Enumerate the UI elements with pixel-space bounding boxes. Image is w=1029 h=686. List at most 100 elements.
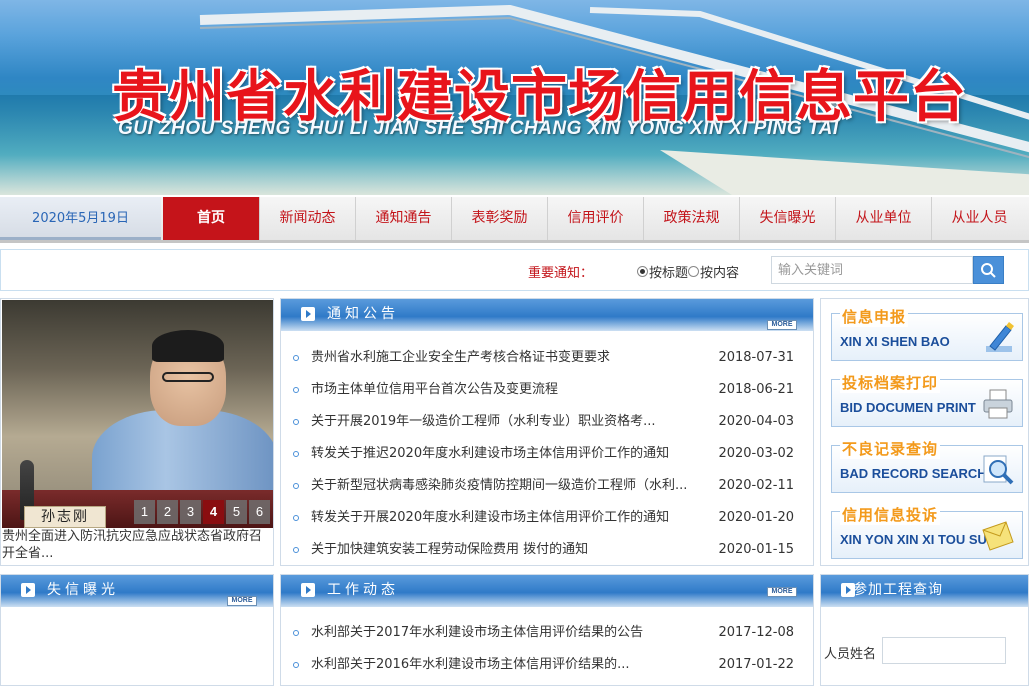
notice-more-link[interactable]: MORE xyxy=(767,320,797,330)
notice-list: 贵州省水利施工企业安全生产考核合格证书变更要求 2018-07-31 市场主体单位… xyxy=(281,342,813,566)
notice-panel-title: 通知公告 xyxy=(327,306,399,322)
info-report-button[interactable]: 信息申报 XIN XI SHEN BAO xyxy=(831,306,1023,361)
notice-panel: 通知公告 MORE 贵州省水利施工企业安全生产考核合格证书变更要求 2018-07… xyxy=(280,298,814,566)
arrow-icon xyxy=(301,583,315,597)
search-input[interactable] xyxy=(771,256,973,284)
dishonesty-panel: 失信曝光 MORE xyxy=(0,574,274,686)
slider-page-1[interactable]: 1 xyxy=(134,500,155,524)
nav-item-dishonesty-exposure[interactable]: 失信曝光 xyxy=(739,197,835,240)
bullet-icon xyxy=(293,483,299,489)
bullet-icon xyxy=(293,419,299,425)
slider-page-4-active[interactable]: 4 xyxy=(203,500,224,524)
list-item[interactable]: 水利部关于2016年水利建设市场主体信用评价结果的... 2017-01-22 xyxy=(281,649,813,681)
notice-title[interactable]: 转发关于推迟2020年度水利建设市场主体信用评价工作的通知 xyxy=(311,438,669,470)
printer-icon xyxy=(983,389,1013,419)
arrow-icon xyxy=(301,307,315,321)
current-date: 2020年5月19日 xyxy=(0,197,161,240)
radio-by-content-label[interactable]: 按内容 xyxy=(700,262,739,281)
bullet-icon xyxy=(293,547,299,553)
arrow-icon xyxy=(21,583,35,597)
slider-page-6[interactable]: 6 xyxy=(249,500,270,524)
slider-page-3[interactable]: 3 xyxy=(180,500,201,524)
nav-item-notices[interactable]: 通知通告 xyxy=(355,197,451,240)
work-news-title[interactable]: 水利部关于2017年水利建设市场主体信用评价结果的公告 xyxy=(311,617,643,649)
search-icon xyxy=(981,263,996,278)
notice-title[interactable]: 关于开展2019年一级造价工程师（水利专业）职业资格考... xyxy=(311,406,655,438)
notice-panel-header: 通知公告 MORE xyxy=(281,299,813,331)
radio-by-title-label[interactable]: 按标题 xyxy=(649,262,688,281)
notice-date: 2018-07-31 xyxy=(718,350,794,365)
bad-record-search-button[interactable]: 不良记录查询 BAD RECORD SEARCH xyxy=(831,438,1023,493)
notice-title[interactable]: 转发关于开展2020年度水利建设市场主体信用评价工作的通知 xyxy=(311,502,669,534)
notice-title[interactable]: 市场主体单位信用平台首次公告及变更流程 xyxy=(311,374,558,406)
nav-item-news[interactable]: 新闻动态 xyxy=(259,197,355,240)
nav-item-home[interactable]: 首页 xyxy=(163,197,259,240)
quick-links-panel: 信息申报 XIN XI SHEN BAO 投标档案打印 BID DOCUMEN … xyxy=(820,298,1029,566)
magnifier-icon xyxy=(983,455,1014,485)
work-news-list: 水利部关于2017年水利建设市场主体信用评价结果的公告 2017-12-08 水利… xyxy=(281,617,813,681)
important-notice-label: 重要通知： xyxy=(528,266,594,281)
notice-date: 2018-06-21 xyxy=(718,382,794,397)
work-more-link[interactable]: MORE xyxy=(767,587,797,597)
dishonesty-more-link[interactable]: MORE xyxy=(227,596,257,606)
slider-page-5[interactable]: 5 xyxy=(226,500,247,524)
credit-complaint-button[interactable]: 信用信息投诉 XIN YON XIN XI TOU SU xyxy=(831,504,1023,559)
slider-page-2[interactable]: 2 xyxy=(157,500,178,524)
list-item[interactable]: 转发关于开展2020年度水利建设市场主体信用评价工作的通知 2020-01-20 xyxy=(281,502,813,534)
photo-person-glasses xyxy=(162,372,214,382)
work-news-date: 2017-12-08 xyxy=(718,625,794,640)
info-report-label-en: XIN XI SHEN BAO xyxy=(840,334,950,349)
bid-document-print-button[interactable]: 投标档案打印 BID DOCUMEN PRINT xyxy=(831,372,1023,427)
dishonesty-panel-header: 失信曝光 MORE xyxy=(1,575,273,607)
list-item[interactable]: 转发关于推迟2020年度水利建设市场主体信用评价工作的通知 2020-03-02 xyxy=(281,438,813,470)
pen-icon xyxy=(986,322,1014,352)
bid-print-label-en: BID DOCUMEN PRINT xyxy=(840,400,976,415)
bullet-icon xyxy=(293,630,299,636)
work-news-panel-title: 工作动态 xyxy=(327,582,399,598)
list-item[interactable]: 关于加快建筑安装工程劳动保险费用 拨付的通知 2020-01-15 xyxy=(281,534,813,566)
info-report-label: 信息申报 xyxy=(840,306,909,327)
site-banner: 贵州省水利建设市场信用信息平台 GUI ZHOU SHENG SHUI LI J… xyxy=(0,0,1029,195)
notice-date: 2020-01-20 xyxy=(718,510,794,525)
list-item[interactable]: 关于开展2019年一级造价工程师（水利专业）职业资格考... 2020-04-03 xyxy=(281,406,813,438)
list-item[interactable]: 关于新型冠状病毒感染肺炎疫情防控期间一级造价工程师（水利... 2020-02-1… xyxy=(281,470,813,502)
radio-by-content[interactable] xyxy=(688,266,700,277)
work-news-title[interactable]: 水利部关于2016年水利建设市场主体信用评价结果的... xyxy=(311,649,629,681)
person-name-label: 人员姓名 xyxy=(824,647,877,662)
nav-item-units[interactable]: 从业单位 xyxy=(835,197,931,240)
bullet-icon xyxy=(293,387,299,393)
bullet-icon xyxy=(293,355,299,361)
work-news-date: 2017-01-22 xyxy=(718,657,794,672)
notice-title[interactable]: 关于加快建筑安装工程劳动保险费用 拨付的通知 xyxy=(311,534,588,566)
notice-date: 2020-03-02 xyxy=(718,446,794,461)
envelope-icon xyxy=(982,521,1014,551)
news-photo[interactable]: 孙志刚 xyxy=(2,300,273,528)
list-item[interactable]: 贵州省水利施工企业安全生产考核合格证书变更要求 2018-07-31 xyxy=(281,342,813,374)
search-button[interactable] xyxy=(973,256,1004,284)
nav-item-policies[interactable]: 政策法规 xyxy=(643,197,739,240)
work-news-panel-header: 工作动态 MORE xyxy=(281,575,813,607)
photo-person-hair xyxy=(152,330,224,362)
list-item[interactable]: 市场主体单位信用平台首次公告及变更流程 2018-06-21 xyxy=(281,374,813,406)
notice-title[interactable]: 贵州省水利施工企业安全生产考核合格证书变更要求 xyxy=(311,342,610,374)
radio-by-title[interactable] xyxy=(637,266,648,277)
nav-item-personnel[interactable]: 从业人员 xyxy=(931,197,1027,240)
photo-nametag: 孙志刚 xyxy=(24,506,106,528)
bad-record-label-en: BAD RECORD SEARCH xyxy=(840,466,987,481)
slider-pager: 1 2 3 4 5 6 xyxy=(134,500,272,524)
search-mode: 按标题 按内容 xyxy=(637,262,739,281)
list-item[interactable]: 水利部关于2017年水利建设市场主体信用评价结果的公告 2017-12-08 xyxy=(281,617,813,649)
nav-menu: 首页 新闻动态 通知通告 表彰奖励 信用评价 政策法规 失信曝光 从业单位 从业… xyxy=(163,197,1027,240)
work-news-panel: 工作动态 MORE 水利部关于2017年水利建设市场主体信用评价结果的公告 201… xyxy=(280,574,814,686)
person-name-input[interactable] xyxy=(882,637,1006,664)
project-query-panel-header: 参加工程查询 xyxy=(821,575,1028,607)
notice-title[interactable]: 关于新型冠状病毒感染肺炎疫情防控期间一级造价工程师（水利... xyxy=(311,470,687,502)
nav-item-credit-evaluation[interactable]: 信用评价 xyxy=(547,197,643,240)
project-query-title: 参加工程查询 xyxy=(853,582,943,598)
dishonesty-panel-title: 失信曝光 xyxy=(47,582,119,598)
nav-item-awards[interactable]: 表彰奖励 xyxy=(451,197,547,240)
notice-date: 2020-02-11 xyxy=(718,478,794,493)
notice-date: 2020-04-03 xyxy=(718,414,794,429)
photo-caption[interactable]: 贵州全面进入防汛抗灾应急应战状态省政府召开全省... xyxy=(2,528,273,562)
news-photo-slider: 孙志刚 1 2 3 4 5 6 贵州全面进入防汛抗灾应急应战状态省政府召开全省.… xyxy=(0,298,274,566)
